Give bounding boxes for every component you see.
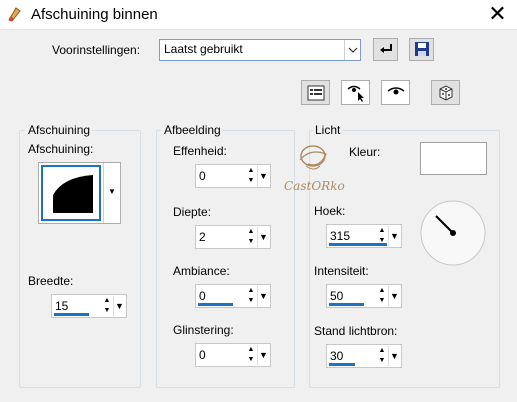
bevel-preview [41, 165, 101, 221]
eye-pointer-icon [347, 85, 364, 102]
eye-icon [387, 87, 404, 95]
depth-bar-track [198, 244, 256, 247]
arrow-up-icon[interactable]: ▲ [246, 286, 256, 296]
arrow-up-icon[interactable]: ▲ [102, 296, 112, 306]
list-icon [307, 85, 324, 101]
width-bar [54, 313, 89, 316]
arrow-up-icon[interactable]: ▲ [246, 166, 256, 176]
color-swatch[interactable] [420, 142, 487, 175]
save-button[interactable] [409, 38, 434, 61]
ambience-spinner[interactable]: 0 ▲ ▼ ▼ [195, 284, 271, 308]
angle-label: Hoek: [314, 204, 346, 218]
light-group-title: Licht [313, 123, 343, 137]
bevel-label: Afschuining: [28, 142, 94, 156]
depth-spinner[interactable]: 2 ▲ ▼ ▼ [195, 225, 271, 249]
width-bar-track [54, 313, 112, 316]
arrow-up-icon[interactable]: ▲ [246, 227, 256, 237]
intensity-bar [329, 303, 364, 306]
angle-value: 315 [330, 229, 351, 243]
ambience-value: 0 [199, 289, 206, 303]
ambience-bar-track [198, 303, 256, 306]
image-group-title: Afbeelding [162, 123, 223, 137]
smoothness-label: Effenheid: [173, 144, 227, 158]
intensity-spinner[interactable]: 50 ▲ ▼ ▼ [326, 284, 402, 308]
shine-value: 0 [199, 348, 206, 362]
arrow-up-icon[interactable]: ▲ [246, 345, 256, 355]
list-button[interactable] [301, 80, 330, 105]
bevel-shape-icon [53, 175, 93, 213]
reset-icon [379, 44, 392, 53]
shine-bar-track [198, 362, 256, 365]
arrow-up-icon[interactable]: ▲ [377, 346, 387, 356]
intensity-value: 50 [330, 289, 344, 303]
depth-value: 2 [199, 230, 206, 244]
chevron-down-icon [344, 40, 360, 60]
eye-button[interactable] [381, 80, 410, 105]
bevel-group-title: Afschuining [26, 123, 93, 137]
reset-button[interactable] [373, 38, 398, 61]
arrow-up-icon[interactable]: ▲ [377, 226, 387, 236]
ambience-label: Ambiance: [173, 264, 230, 278]
angle-dropdown-icon[interactable]: ▼ [388, 226, 400, 246]
smoothness-bar-track [198, 183, 256, 186]
ambience-bar [198, 303, 233, 306]
intensity-label: Intensiteit: [314, 264, 369, 278]
angle-bar [329, 243, 387, 246]
width-dropdown-icon[interactable]: ▼ [113, 296, 125, 316]
shine-dropdown-icon[interactable]: ▼ [257, 345, 269, 365]
color-label: Kleur: [349, 145, 381, 159]
elevation-value: 30 [330, 349, 344, 363]
save-icon [414, 42, 429, 56]
close-button[interactable]: ✕ [478, 0, 517, 28]
window-title: Afschuining binnen [31, 6, 158, 23]
presets-select[interactable]: Laatst gebruikt [159, 39, 361, 61]
presets-select-value: Laatst gebruikt [164, 42, 243, 56]
elevation-label: Stand lichtbron: [314, 324, 398, 338]
angle-spinner[interactable]: 315 ▲ ▼ ▼ [326, 224, 402, 248]
presets-label: Voorinstellingen: [52, 43, 141, 57]
smoothness-dropdown-icon[interactable]: ▼ [257, 166, 269, 186]
elevation-bar [329, 363, 356, 366]
intensity-bar-track [329, 303, 387, 306]
width-label: Breedte: [28, 274, 74, 288]
width-value: 15 [55, 299, 69, 313]
randomize-button[interactable] [431, 80, 460, 105]
shine-label: Glinstering: [173, 323, 234, 337]
svg-text:CastORko: CastORko [284, 179, 345, 193]
eye-pointer-button[interactable] [341, 80, 370, 105]
shine-spinner[interactable]: 0 ▲ ▼ ▼ [195, 343, 271, 367]
intensity-dropdown-icon[interactable]: ▼ [388, 286, 400, 306]
smoothness-spinner[interactable]: 0 ▲ ▼ ▼ [195, 164, 271, 188]
width-spinner[interactable]: 15 ▲ ▼ ▼ [51, 294, 127, 318]
angle-bar-track [329, 243, 387, 246]
arrow-up-icon[interactable]: ▲ [377, 286, 387, 296]
elevation-spinner[interactable]: 30 ▲ ▼ ▼ [326, 344, 402, 368]
watermark-logo: CastORko [280, 140, 350, 200]
smoothness-value: 0 [199, 169, 206, 183]
depth-label: Diepte: [173, 205, 212, 219]
dice-icon [439, 85, 452, 101]
bevel-dropdown-icon: ▼ [103, 163, 120, 223]
elevation-bar-track [329, 363, 387, 366]
depth-dropdown-icon[interactable]: ▼ [257, 227, 269, 247]
elevation-dropdown-icon[interactable]: ▼ [388, 346, 400, 366]
app-icon [6, 5, 24, 23]
ambience-dropdown-icon[interactable]: ▼ [257, 286, 269, 306]
bevel-picker[interactable]: ▼ [38, 162, 121, 224]
angle-dial[interactable] [420, 200, 486, 266]
